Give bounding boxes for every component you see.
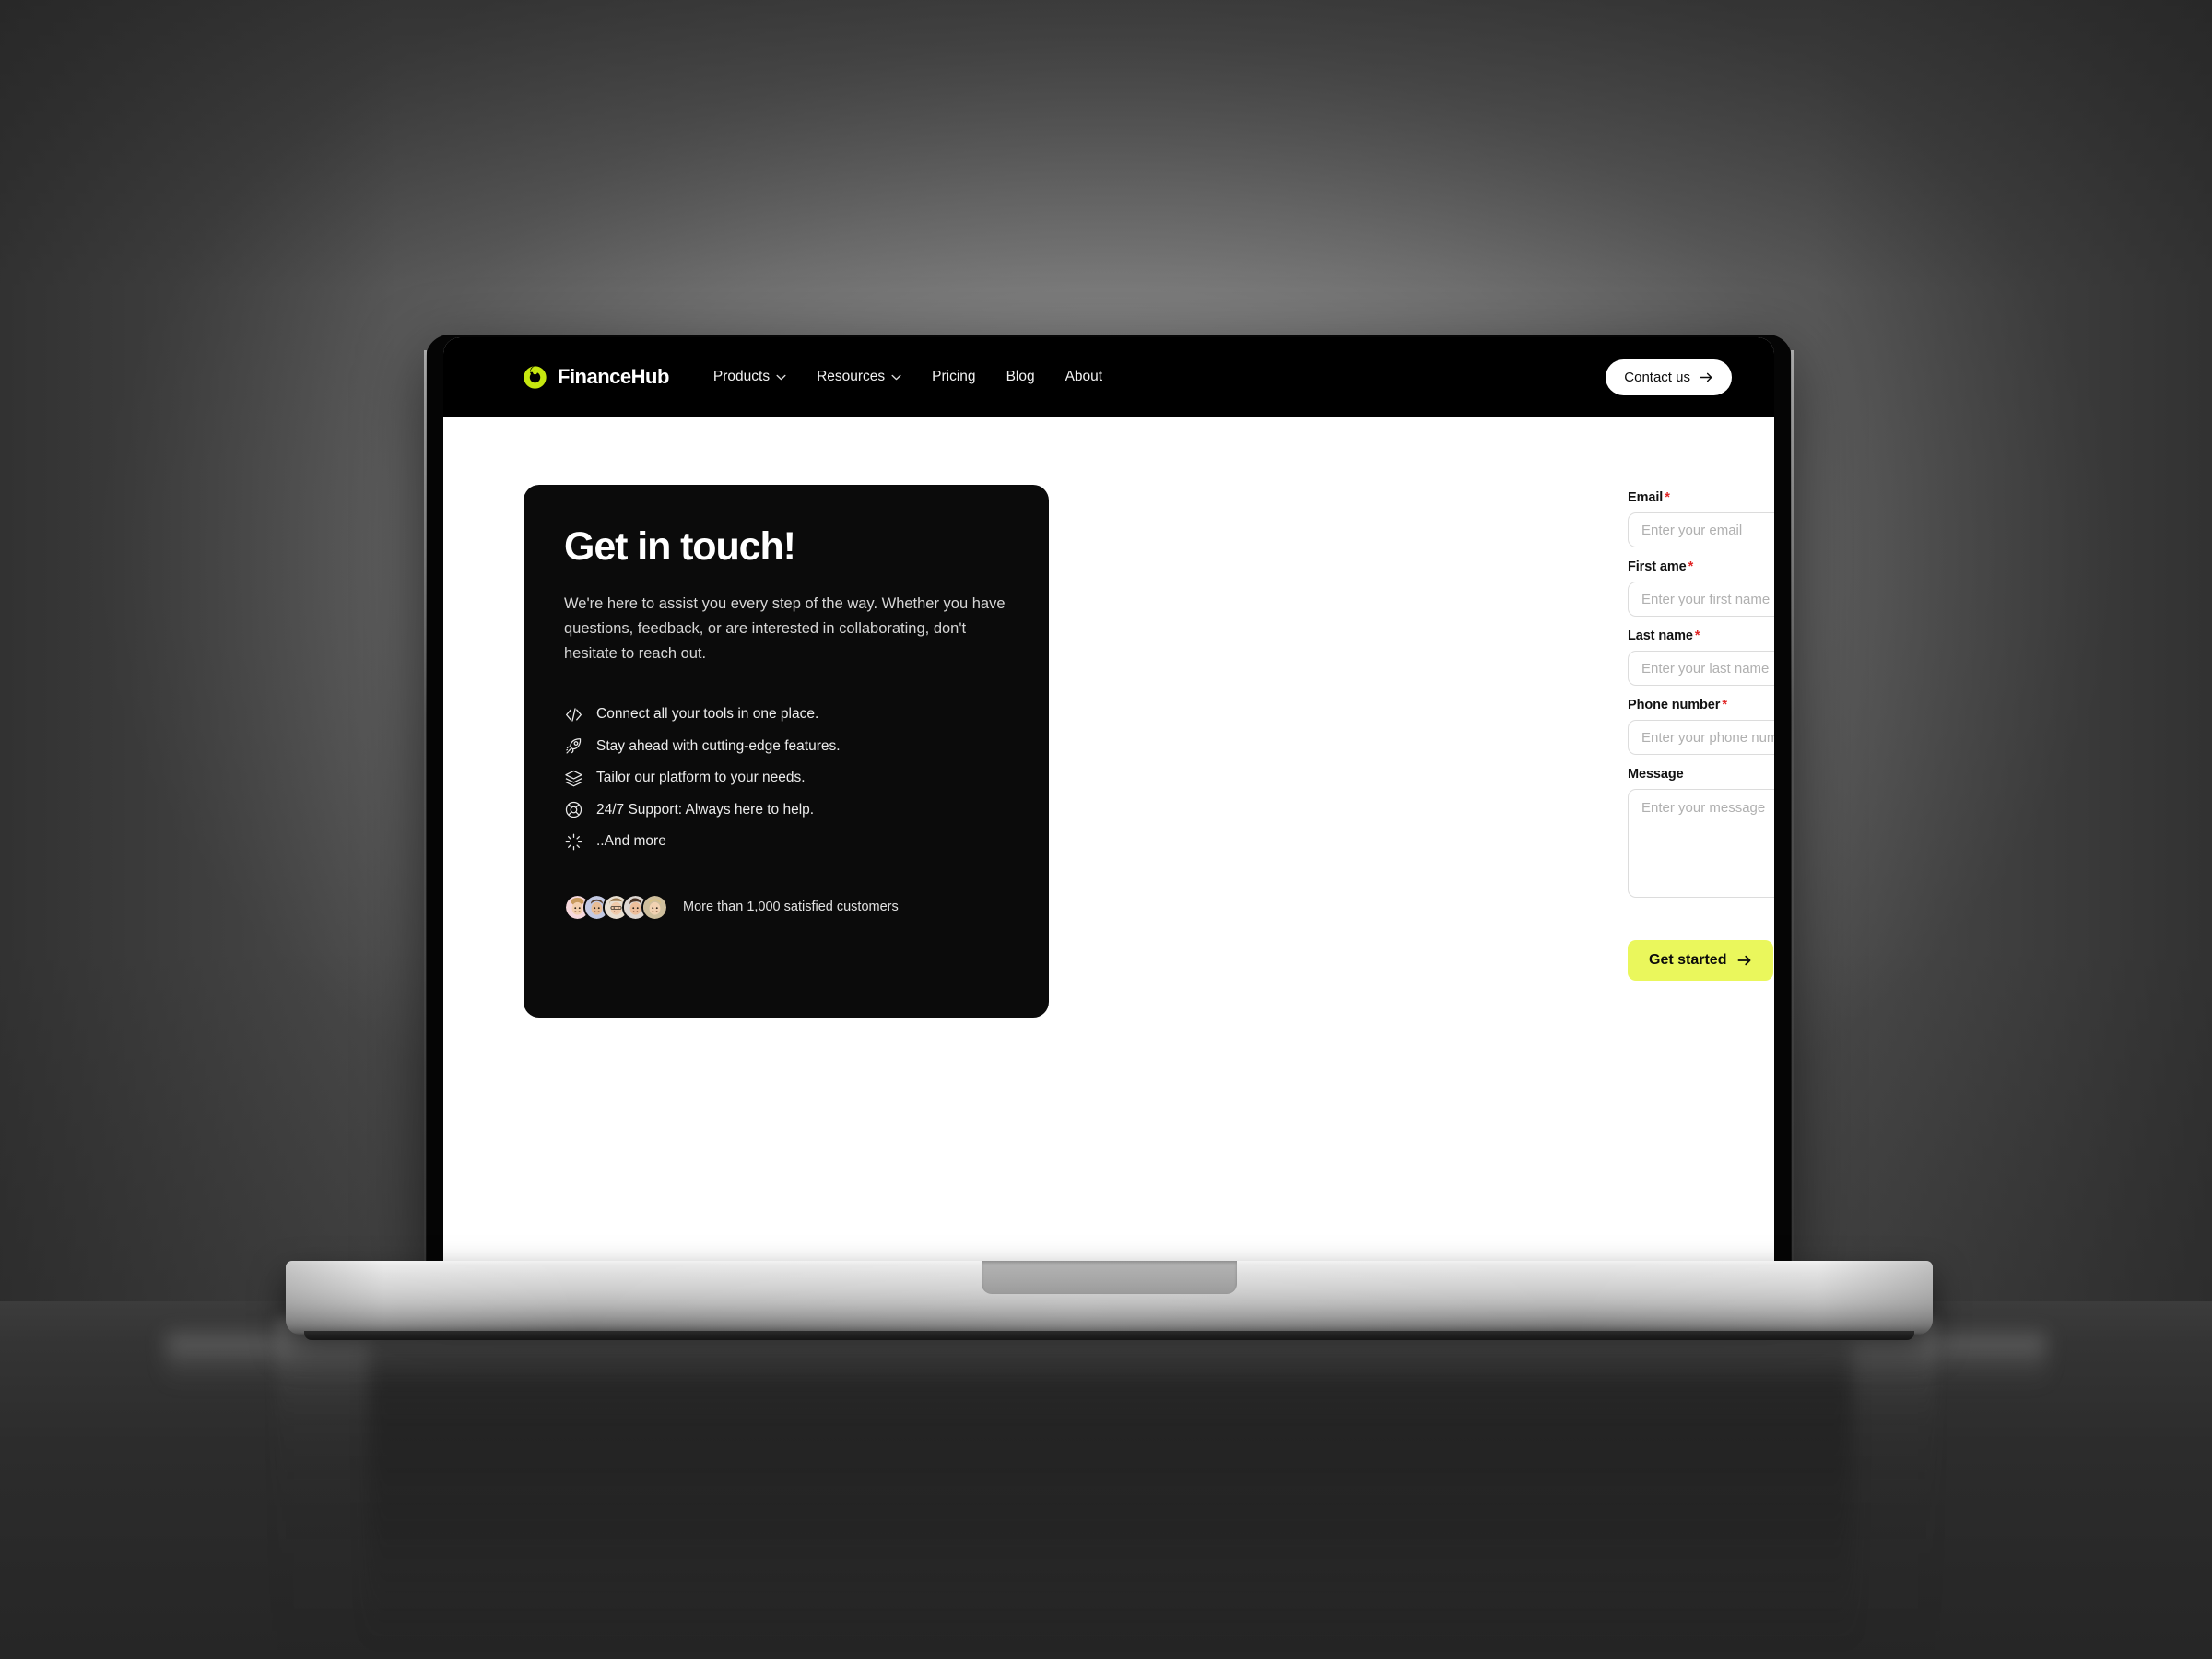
laptop-mockup: FinanceHub Products Resources Pricing Bl… bbox=[0, 0, 2212, 1659]
laptop-base-notch bbox=[982, 1261, 1237, 1294]
email-field-label: Email * bbox=[1628, 490, 1774, 505]
laptop-screen: FinanceHub Products Resources Pricing Bl… bbox=[443, 337, 1774, 1265]
nav-link-pricing-label: Pricing bbox=[932, 369, 976, 384]
page-title: Get in touch! bbox=[564, 524, 796, 569]
contact-us-button[interactable]: Contact us bbox=[1606, 359, 1732, 395]
required-marker: * bbox=[1665, 490, 1670, 505]
feature-item: Tailor our platform to your needs. bbox=[564, 769, 1008, 788]
laptop-base-foot bbox=[304, 1331, 1914, 1340]
required-marker: * bbox=[1694, 629, 1700, 643]
arrow-right-icon bbox=[1700, 372, 1712, 382]
nav-link-about-label: About bbox=[1065, 369, 1103, 384]
form-field-first-name: First ame * bbox=[1628, 559, 1774, 617]
required-marker: * bbox=[1688, 559, 1694, 574]
site-navbar: FinanceHub Products Resources Pricing Bl… bbox=[443, 337, 1774, 417]
last-name-field-label-text: Last name bbox=[1628, 629, 1693, 643]
chevron-down-icon bbox=[776, 374, 786, 380]
navbar-links: Products Resources Pricing Blog About bbox=[713, 369, 1102, 385]
info-card: Get in touch! We're here to assist you e… bbox=[524, 485, 1049, 1018]
nav-link-blog-label: Blog bbox=[1006, 369, 1035, 384]
nav-link-products[interactable]: Products bbox=[713, 369, 786, 385]
nav-link-about[interactable]: About bbox=[1065, 369, 1103, 385]
phone-input[interactable] bbox=[1628, 720, 1774, 755]
avatar-group bbox=[564, 893, 668, 921]
laptop-lid-right-highlight bbox=[1791, 350, 1794, 1268]
feature-item-label: ..And more bbox=[596, 833, 666, 850]
last-name-field-label: Last name * bbox=[1628, 629, 1774, 643]
laptop-lid-left-highlight bbox=[424, 350, 427, 1268]
feature-list: Connect all your tools in one place. Sta… bbox=[564, 705, 1008, 852]
form-field-message: Message bbox=[1628, 767, 1774, 902]
nav-link-products-label: Products bbox=[712, 369, 771, 384]
contact-form: Email* First ame* Last name* bbox=[1628, 490, 1774, 981]
first-name-field-label-text: First ame bbox=[1628, 559, 1687, 574]
feature-item-label: Tailor our platform to your needs. bbox=[596, 770, 806, 786]
first-name-field-label: First ame * bbox=[1628, 559, 1774, 574]
contact-us-button-label: Contact us bbox=[1624, 369, 1690, 385]
email-input[interactable] bbox=[1628, 512, 1774, 547]
financehub-circle-logo-icon bbox=[524, 365, 547, 389]
feature-item-label: 24/7 Support: Always here to help. bbox=[596, 801, 815, 818]
last-name-input[interactable] bbox=[1628, 651, 1774, 686]
code-brackets-icon bbox=[566, 707, 582, 722]
required-marker: * bbox=[1722, 698, 1727, 712]
brand-logo[interactable]: FinanceHub bbox=[523, 365, 669, 390]
chevron-down-icon bbox=[891, 374, 901, 380]
feature-item: 24/7 Support: Always here to help. bbox=[564, 800, 1008, 819]
form-field-phone: Phone number * bbox=[1628, 698, 1774, 755]
feature-item-label: Connect all your tools in one place. bbox=[596, 706, 819, 723]
form-field-email: Email * bbox=[1628, 490, 1774, 547]
feature-item: ..And more bbox=[564, 832, 1008, 852]
message-field-label-text: Message bbox=[1628, 767, 1684, 782]
feature-item: Stay ahead with cutting-edge features. bbox=[564, 736, 1008, 756]
info-card-subtitle: We're here to assist you every step of t… bbox=[564, 595, 1006, 662]
feature-item-label: Stay ahead with cutting-edge features. bbox=[596, 737, 841, 754]
message-field-label: Message bbox=[1628, 767, 1774, 782]
brand-name-label: FinanceHub bbox=[558, 365, 669, 388]
layers-icon bbox=[565, 770, 582, 786]
feature-item: Connect all your tools in one place. bbox=[564, 705, 1008, 724]
phone-field-label-text: Phone number bbox=[1628, 698, 1721, 712]
scene-root: FinanceHub Products Resources Pricing Bl… bbox=[0, 0, 2212, 1659]
get-started-button[interactable]: Get started bbox=[1628, 940, 1774, 981]
get-started-button-label: Get started bbox=[1649, 952, 1727, 968]
nav-link-pricing[interactable]: Pricing bbox=[932, 369, 975, 385]
nav-link-blog[interactable]: Blog bbox=[1006, 369, 1035, 385]
sparkle-icon bbox=[565, 833, 582, 850]
rocket-icon bbox=[566, 738, 582, 754]
avatar bbox=[641, 893, 668, 921]
form-field-last-name: Last name * bbox=[1628, 629, 1774, 686]
nav-link-resources[interactable]: Resources bbox=[817, 369, 901, 385]
nav-link-resources-label: Resources bbox=[817, 369, 886, 384]
arrow-right-icon bbox=[1738, 955, 1751, 966]
email-field-label-text: Email bbox=[1628, 490, 1664, 505]
life-buoy-icon bbox=[565, 801, 582, 818]
first-name-input[interactable] bbox=[1628, 582, 1774, 617]
phone-field-label: Phone number * bbox=[1628, 698, 1774, 712]
social-proof: More than 1,000 satisfied customers bbox=[564, 893, 1008, 921]
social-proof-label: More than 1,000 satisfied customers bbox=[683, 900, 899, 915]
message-input[interactable] bbox=[1628, 789, 1774, 898]
